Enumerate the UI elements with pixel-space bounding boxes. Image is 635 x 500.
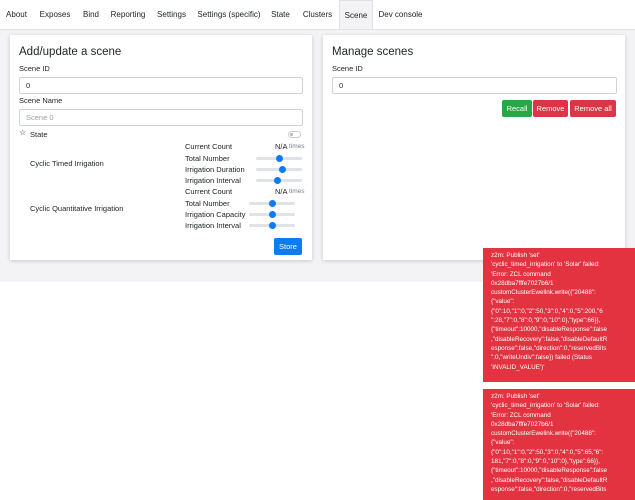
quant-irrigation-capacity-label: Irrigation Capacity	[185, 210, 246, 219]
toast-line: 'INVALID_VALUE')'	[491, 363, 545, 371]
timed-total-number-label: Total Number	[185, 154, 230, 163]
toast-line: esponse":false,"direction":0,"reservedBi…	[491, 344, 607, 352]
toast-line: {"timeout":10000,"disableResponse":false	[491, 467, 608, 475]
manage-scenes-card: Manage scenes Scene ID 0 Recall Remove R…	[323, 35, 625, 260]
error-toast[interactable]: z2m: Publish 'set' 'cyclic_timed_irrigat…	[483, 389, 635, 500]
toast-line: z2m: Publish 'set'	[491, 252, 540, 259]
timed-current-count-value: N/A	[275, 142, 288, 151]
toast-line: 0x28dba7fffe7027b6/1	[491, 279, 554, 287]
tab-settings[interactable]: Settings	[150, 0, 193, 29]
toast-line: 181,"7":0,"8":0,"9":0,"10":0},"type":66}…	[491, 458, 600, 466]
toast-line: z2m: Publish 'set'	[491, 393, 540, 400]
manage-scenes-title: Manage scenes	[332, 46, 414, 58]
tab-about[interactable]: About	[0, 0, 33, 29]
timed-total-number-slider[interactable]	[256, 155, 302, 162]
toast-line: ":28,"7":0,"8":0,"9":0,"10":0},"type":66…	[491, 317, 601, 325]
store-button[interactable]: Store	[274, 238, 302, 255]
tab-state[interactable]: State	[265, 0, 296, 29]
slider-thumb[interactable]	[274, 177, 281, 184]
error-toast[interactable]: z2m: Publish 'set' 'cyclic_timed_irrigat…	[483, 248, 635, 382]
toast-line: ":0,"writeUndiv":false}) failed (Status	[491, 354, 592, 362]
toast-line: 'cyclic_timed_irrigation' to 'Solar' fai…	[491, 402, 600, 410]
tab-bind[interactable]: Bind	[76, 0, 106, 29]
toast-line: 0x28dba7fffe7027b6/1	[491, 420, 554, 428]
toast-line: 'Error: ZCL command	[491, 411, 551, 419]
cyclic-quantitative-title: Cyclic Quantitative Irrigation	[30, 204, 124, 213]
timed-irrigation-duration-slider[interactable]	[256, 166, 302, 173]
toast-line: 'Error: ZCL command	[491, 270, 551, 278]
toast-line: esponse":false,"direction":0,"reservedBi…	[491, 485, 607, 493]
star-icon: ☆	[19, 128, 27, 137]
tab-reporting[interactable]: Reporting	[106, 0, 150, 29]
scene-id-input[interactable]: 0	[19, 77, 303, 94]
timed-current-count-unit: times	[289, 143, 305, 150]
toast-line: {"0":10,"1":0,"2":50,"3":0,"4":0,"5":200…	[491, 307, 603, 315]
quant-irrigation-interval-label: Irrigation Interval	[185, 221, 241, 230]
quant-current-count-unit: times	[289, 188, 305, 195]
add-scene-card: Add/update a scene Scene ID 0 Scene Name…	[10, 35, 312, 260]
slider-thumb[interactable]	[279, 166, 286, 173]
toast-line: {"timeout":10000,"disableResponse":false	[491, 326, 608, 334]
quant-current-count-label: Current Count	[185, 187, 233, 196]
slider-thumb[interactable]	[269, 200, 276, 207]
scene-name-input[interactable]: Scene 0	[19, 109, 303, 126]
tab-exposes[interactable]: Exposes	[34, 0, 76, 29]
tab-scene[interactable]: Scene	[339, 0, 373, 29]
state-toggle[interactable]	[288, 131, 301, 138]
timed-irrigation-interval-slider[interactable]	[256, 177, 302, 184]
toast-line: {"value":	[491, 298, 515, 306]
quant-total-number-slider[interactable]	[249, 200, 295, 207]
tab-settings-specific[interactable]: Settings (specific)	[193, 0, 265, 29]
quant-irrigation-interval-slider[interactable]	[249, 222, 295, 229]
scene-name-label: Scene Name	[19, 96, 63, 105]
timed-irrigation-interval-label: Irrigation Interval	[185, 176, 241, 185]
timed-irrigation-duration-label: Irrigation Duration	[185, 165, 245, 174]
cyclic-timed-title: Cyclic Timed Irrigation	[30, 159, 104, 168]
toast-line: ,"disableRecovery":false,"disableDefault…	[491, 335, 608, 343]
quant-total-number-label: Total Number	[185, 199, 230, 208]
toast-line: 'cyclic_timed_irrigation' to 'Solar' fai…	[491, 261, 600, 269]
state-label: State	[30, 130, 48, 139]
tab-dev-console[interactable]: Dev console	[373, 0, 428, 29]
quant-irrigation-capacity-slider[interactable]	[249, 211, 295, 218]
slider-thumb[interactable]	[269, 211, 276, 218]
toast-line: customClusterEwelink.write({"20488":	[491, 289, 596, 297]
recall-button[interactable]: Recall	[502, 100, 532, 117]
scene-id-label: Scene ID	[19, 64, 50, 73]
timed-current-count-label: Current Count	[185, 142, 233, 151]
manage-scene-id-label: Scene ID	[332, 64, 363, 73]
remove-all-button[interactable]: Remove all	[570, 100, 616, 117]
toast-line: {"0":10,"1":0,"2":50,"3":0,"4":0,"5":65,…	[491, 448, 604, 456]
toast-line: ,"disableRecovery":false,"disableDefault…	[491, 476, 608, 484]
toast-line: {"value":	[491, 439, 515, 447]
slider-thumb[interactable]	[269, 222, 276, 229]
toast-line: customClusterEwelink.write({"20488":	[491, 430, 596, 438]
tab-bar: About Exposes Bind Reporting Settings Se…	[0, 0, 635, 30]
remove-button[interactable]: Remove	[533, 100, 568, 117]
manage-scene-id-input[interactable]: 0	[332, 77, 617, 94]
tab-clusters[interactable]: Clusters	[296, 0, 339, 29]
add-scene-title: Add/update a scene	[19, 46, 122, 58]
slider-thumb[interactable]	[276, 155, 283, 162]
scene-panel: Add/update a scene Scene ID 0 Scene Name…	[0, 30, 635, 282]
quant-current-count-value: N/A	[275, 187, 288, 196]
toggle-knob	[290, 133, 293, 136]
